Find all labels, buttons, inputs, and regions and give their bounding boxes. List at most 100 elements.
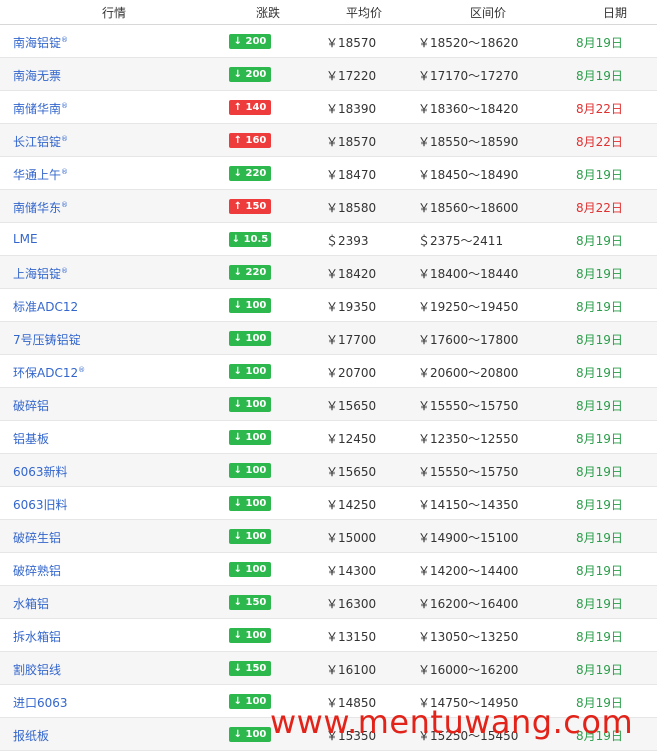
average-price: ￥19350 bbox=[326, 300, 377, 314]
range-price: ￥17170～17270 bbox=[418, 69, 519, 83]
site-watermark: www.mentuwang.com bbox=[270, 703, 634, 741]
change-badge-down: ↓ 100 bbox=[229, 694, 271, 709]
table-row: 南储华东® ↑ 150 ￥18580 ￥18560～18600 8月22日 bbox=[0, 190, 657, 223]
table-row: 拆水箱铝 ↓ 100 ￥13150 ￥13050～13250 8月19日 bbox=[0, 619, 657, 652]
range-price: ￥14200～14400 bbox=[418, 564, 519, 578]
market-name-text: 南海铝锭 bbox=[13, 36, 62, 50]
price-date: 8月19日 bbox=[576, 630, 623, 644]
change-badge-down: ↓ 150 bbox=[229, 661, 271, 676]
market-name-text: 南储华南 bbox=[13, 102, 62, 116]
change-badge-down: ↓ 100 bbox=[229, 430, 271, 445]
range-price: ￥14900～15100 bbox=[418, 531, 519, 545]
market-name-link[interactable]: 进口6063 bbox=[13, 694, 68, 711]
market-name-link[interactable]: 南储华东® bbox=[13, 199, 68, 216]
price-date: 8月19日 bbox=[576, 663, 623, 677]
price-date: 8月19日 bbox=[576, 531, 623, 545]
market-name-link[interactable]: 7号压铸铝锭 bbox=[13, 331, 81, 348]
market-name-link[interactable]: 水箱铝 bbox=[13, 595, 49, 612]
average-price: ￥18570 bbox=[326, 135, 377, 149]
table-row: 水箱铝 ↓ 150 ￥16300 ￥16200～16400 8月19日 bbox=[0, 586, 657, 619]
market-name-text: 进口6063 bbox=[13, 696, 68, 710]
price-date: 8月22日 bbox=[576, 102, 623, 116]
market-name-link[interactable]: LME bbox=[13, 232, 38, 246]
market-name-link[interactable]: 6063新料 bbox=[13, 463, 68, 480]
market-name-link[interactable]: 南海铝锭® bbox=[13, 34, 68, 51]
market-name-text: 破碎铝 bbox=[13, 399, 50, 413]
market-name-link[interactable]: 6063旧料 bbox=[13, 496, 68, 513]
change-badge-down: ↓ 100 bbox=[229, 364, 271, 379]
range-price: ￥12350～12550 bbox=[418, 432, 519, 446]
price-date: 8月19日 bbox=[576, 564, 623, 578]
market-name-text: 破碎熟铝 bbox=[13, 564, 62, 578]
table-row: 环保ADC12® ↓ 100 ￥20700 ￥20600～20800 8月19日 bbox=[0, 355, 657, 388]
market-name-text: 环保ADC12 bbox=[13, 366, 79, 380]
average-price: ￥15650 bbox=[326, 399, 377, 413]
market-name-link[interactable]: 南储华南® bbox=[13, 100, 68, 117]
price-date: 8月22日 bbox=[576, 201, 623, 215]
range-price: ￥13050～13250 bbox=[418, 630, 519, 644]
market-name-link[interactable]: 拆水箱铝 bbox=[13, 628, 61, 645]
range-price: ￥16200～16400 bbox=[418, 597, 519, 611]
market-name-text: 铝基板 bbox=[13, 432, 50, 446]
market-name-text: 南海无票 bbox=[13, 69, 62, 83]
average-price: ￥15000 bbox=[326, 531, 377, 545]
change-badge-down: ↓ 100 bbox=[229, 727, 271, 742]
market-name-link[interactable]: 长江铝锭® bbox=[13, 133, 68, 150]
change-badge-up: ↑ 150 bbox=[229, 199, 271, 214]
market-name-text: 割胶铝线 bbox=[13, 663, 62, 677]
table-row: 6063旧料 ↓ 100 ￥14250 ￥14150～14350 8月19日 bbox=[0, 487, 657, 520]
market-name-link[interactable]: 环保ADC12® bbox=[13, 364, 85, 381]
change-badge-down: ↓ 10.5 bbox=[229, 232, 271, 247]
market-name-link[interactable]: 破碎生铝 bbox=[13, 529, 61, 546]
change-badge-down: ↓ 100 bbox=[229, 562, 271, 577]
price-date: 8月22日 bbox=[576, 135, 623, 149]
table-row: 南储华南® ↑ 140 ￥18390 ￥18360～18420 8月22日 bbox=[0, 91, 657, 124]
price-table: 行情 涨跌 平均价 区间价 日期 南海铝锭® ↓ 200 ￥18570 ￥18520～… bbox=[0, 0, 657, 751]
change-badge-down: ↓ 100 bbox=[229, 397, 271, 412]
table-row: 6063新料 ↓ 100 ￥15650 ￥15550～15750 8月19日 bbox=[0, 454, 657, 487]
header-avg-price: 平均价 bbox=[346, 6, 383, 20]
market-name-link[interactable]: 标准ADC12 bbox=[13, 298, 78, 315]
market-name-link[interactable]: 南海无票 bbox=[13, 67, 61, 84]
table-body: 南海铝锭® ↓ 200 ￥18570 ￥18520～18620 8月19日 南海无票 ↓ 2… bbox=[0, 25, 657, 751]
average-price: ￥15650 bbox=[326, 465, 377, 479]
average-price: ￥16300 bbox=[326, 597, 377, 611]
average-price: ￥18390 bbox=[326, 102, 377, 116]
table-row: LME ↓ 10.5 ＄2393 ＄2375～2411 8月19日 bbox=[0, 223, 657, 256]
price-date: 8月19日 bbox=[576, 432, 623, 446]
market-name-link[interactable]: 报纸板 bbox=[13, 727, 49, 744]
header-date: 日期 bbox=[603, 6, 628, 20]
market-name-link[interactable]: 铝基板 bbox=[13, 430, 49, 447]
header-market: 行情 bbox=[102, 6, 127, 20]
average-price: ￥16100 bbox=[326, 663, 377, 677]
market-name-link[interactable]: 破碎铝 bbox=[13, 397, 49, 414]
price-date: 8月19日 bbox=[576, 36, 623, 50]
change-badge-down: ↓ 200 bbox=[229, 67, 271, 82]
average-price: ￥17700 bbox=[326, 333, 377, 347]
table-row: 上海铝锭® ↓ 220 ￥18420 ￥18400～18440 8月19日 bbox=[0, 256, 657, 289]
table-row: 南海铝锭® ↓ 200 ￥18570 ￥18520～18620 8月19日 bbox=[0, 25, 657, 58]
registered-mark: ® bbox=[61, 201, 69, 209]
change-badge-down: ↓ 100 bbox=[229, 298, 271, 313]
change-badge-down: ↓ 220 bbox=[229, 265, 271, 280]
price-date: 8月19日 bbox=[576, 333, 623, 347]
registered-mark: ® bbox=[61, 102, 69, 110]
table-row: 7号压铸铝锭 ↓ 100 ￥17700 ￥17600～17800 8月19日 bbox=[0, 322, 657, 355]
table-row: 标准ADC12 ↓ 100 ￥19350 ￥19250～19450 8月19日 bbox=[0, 289, 657, 322]
market-name-link[interactable]: 割胶铝线 bbox=[13, 661, 61, 678]
average-price: ＄2393 bbox=[326, 234, 369, 248]
range-price: ￥18520～18620 bbox=[418, 36, 519, 50]
market-name-link[interactable]: 上海铝锭® bbox=[13, 265, 68, 282]
market-name-link[interactable]: 华通上午® bbox=[13, 166, 68, 183]
registered-mark: ® bbox=[61, 36, 69, 44]
change-badge-down: ↓ 100 bbox=[229, 463, 271, 478]
average-price: ￥20700 bbox=[326, 366, 377, 380]
change-badge-down: ↓ 100 bbox=[229, 628, 271, 643]
market-name-text: LME bbox=[13, 232, 38, 246]
registered-mark: ® bbox=[78, 366, 86, 374]
table-row: 华通上午® ↓ 220 ￥18470 ￥18450～18490 8月19日 bbox=[0, 157, 657, 190]
market-name-link[interactable]: 破碎熟铝 bbox=[13, 562, 61, 579]
change-badge-down: ↓ 200 bbox=[229, 34, 271, 49]
price-date: 8月19日 bbox=[576, 267, 623, 281]
average-price: ￥14300 bbox=[326, 564, 377, 578]
